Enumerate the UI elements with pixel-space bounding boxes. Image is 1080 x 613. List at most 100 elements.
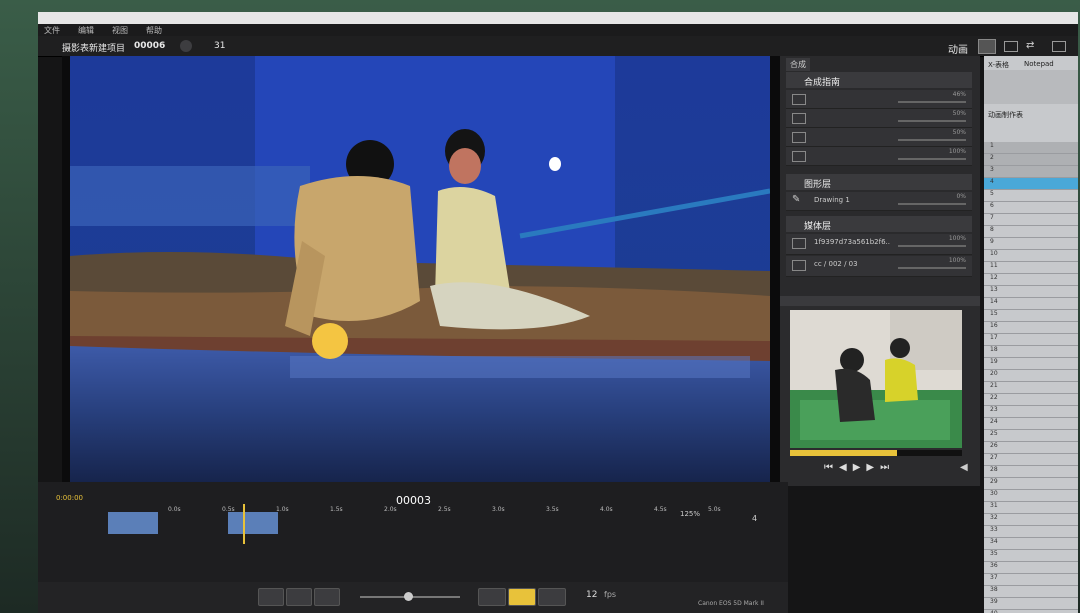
- media-layer-row[interactable]: cc / 002 / 03 100%: [786, 256, 972, 277]
- sheet-row[interactable]: 21: [984, 382, 1078, 394]
- goto-end-button[interactable]: [538, 588, 566, 606]
- prev-button[interactable]: [258, 588, 284, 606]
- composite-layer-row[interactable]: 50%: [786, 109, 972, 128]
- monitor-view-icon[interactable]: [978, 39, 996, 54]
- opacity-slider[interactable]: [898, 139, 966, 141]
- monitor-frame: 文件 编辑 视图 帮助 摄影表新建项目 00006 31 动画 ⇄ 合成 合成指…: [0, 0, 1080, 613]
- sheet-row[interactable]: 15: [984, 310, 1078, 322]
- sheet-toolbar: [984, 70, 1078, 104]
- sheet-row[interactable]: 37: [984, 574, 1078, 586]
- play-range-button[interactable]: [478, 588, 506, 606]
- composite-layer-row[interactable]: 100%: [786, 147, 972, 166]
- sheet-row[interactable]: 27: [984, 454, 1078, 466]
- sheet-row[interactable]: 10: [984, 250, 1078, 262]
- mode-label[interactable]: 动画: [948, 41, 968, 56]
- sheet-row[interactable]: 19: [984, 358, 1078, 370]
- sheet-row[interactable]: 9: [984, 238, 1078, 250]
- time-tick-label: 0.0s: [168, 506, 181, 513]
- sheet-row[interactable]: 11: [984, 262, 1078, 274]
- film-icon: [792, 260, 806, 271]
- tab-composite[interactable]: 合成: [786, 58, 810, 71]
- sheet-row[interactable]: 24: [984, 418, 1078, 430]
- bottom-control-bar: 12 fps: [38, 582, 788, 613]
- sheet-row[interactable]: 13: [984, 286, 1078, 298]
- opacity-slider[interactable]: [898, 267, 966, 269]
- sheet-row[interactable]: 16: [984, 322, 1078, 334]
- time-tick-label: 1.0s: [276, 506, 289, 513]
- time-tick-label: 2.0s: [384, 506, 397, 513]
- time-ruler[interactable]: 0.0s 0.5s 1.0s 1.5s 2.0s 2.5s 3.0s 3.5s 4.0s 4.5s…: [168, 506, 728, 516]
- sheet-row[interactable]: 26: [984, 442, 1078, 454]
- sheet-row[interactable]: 1: [984, 142, 1078, 154]
- sheet-row[interactable]: 7: [984, 214, 1078, 226]
- sheet-row[interactable]: 32: [984, 514, 1078, 526]
- sheet-row[interactable]: 35: [984, 550, 1078, 562]
- opacity-slider[interactable]: [898, 158, 966, 160]
- reference-video-frame[interactable]: [790, 310, 962, 448]
- sheet-row[interactable]: 20: [984, 370, 1078, 382]
- back-button[interactable]: [314, 588, 340, 606]
- sheet-row[interactable]: 36: [984, 562, 1078, 574]
- sheet-row[interactable]: 28: [984, 466, 1078, 478]
- sheet-row[interactable]: 8: [984, 226, 1078, 238]
- sheet-row[interactable]: 25: [984, 430, 1078, 442]
- speed-slider[interactable]: [360, 592, 460, 601]
- sheet-row[interactable]: 33: [984, 526, 1078, 538]
- window-icon[interactable]: [1052, 41, 1066, 52]
- opacity-slider[interactable]: [898, 203, 966, 205]
- sheet-row[interactable]: 3: [984, 166, 1078, 178]
- fps-unit: fps: [604, 590, 617, 599]
- sheet-row[interactable]: 6: [984, 202, 1078, 214]
- sheet-row[interactable]: 14: [984, 298, 1078, 310]
- menu-file[interactable]: 文件: [44, 25, 60, 36]
- menu-bar: 文件 编辑 视图 帮助: [38, 24, 1078, 36]
- sheet-row[interactable]: 22: [984, 394, 1078, 406]
- sheet-row[interactable]: 38: [984, 586, 1078, 598]
- sheet-row[interactable]: 39: [984, 598, 1078, 610]
- menu-help[interactable]: 帮助: [146, 25, 162, 36]
- tab-notepad[interactable]: Notepad: [1024, 60, 1054, 68]
- drawing-layers-header[interactable]: 图形层: [786, 174, 972, 190]
- sheet-row[interactable]: 5: [984, 190, 1078, 202]
- layer-icon: [792, 151, 806, 162]
- onion-skin-button[interactable]: [286, 588, 312, 606]
- tab-xsheet[interactable]: X-表格: [988, 60, 1009, 70]
- playback-controls[interactable]: ⏮◀▶▶⏭: [824, 462, 895, 473]
- preview-title-bar: [780, 296, 980, 306]
- sheet-row[interactable]: 30: [984, 490, 1078, 502]
- menu-view[interactable]: 视图: [112, 25, 128, 36]
- media-layer-row[interactable]: 1f9397d73a561b2f6.. 100%: [786, 234, 972, 255]
- sheet-row[interactable]: 12: [984, 274, 1078, 286]
- record-icon[interactable]: [180, 40, 192, 52]
- sheet-row[interactable]: 29: [984, 478, 1078, 490]
- media-layers-header[interactable]: 媒体层: [786, 216, 972, 232]
- menu-edit[interactable]: 编辑: [78, 25, 94, 36]
- layers-panel: 合成 合成指南 46% 50% 50% 100% 图形层 ✎ Drawing 10…: [780, 56, 980, 296]
- volume-icon[interactable]: ◀: [960, 462, 968, 473]
- frame-total: 31: [214, 41, 226, 51]
- composite-guide-header[interactable]: 合成指南: [786, 72, 972, 88]
- camera-icon[interactable]: [1004, 41, 1018, 52]
- sheet-row[interactable]: 17: [984, 334, 1078, 346]
- sheet-row[interactable]: 23: [984, 406, 1078, 418]
- opacity-slider[interactable]: [898, 245, 966, 247]
- composite-layer-row[interactable]: 46%: [786, 90, 972, 109]
- live-view-viewport[interactable]: [62, 56, 780, 508]
- loop-button[interactable]: [508, 588, 536, 606]
- frame-ctrl[interactable]: 4: [752, 514, 757, 523]
- sheet-row[interactable]: 4: [984, 178, 1078, 190]
- zoom-level[interactable]: 125%: [680, 510, 700, 518]
- x-sheet-panel: X-表格 Notepad 动画制作表 1 2 3 4 5 6 7 8 9 10 11 12 13 14 15…: [984, 56, 1078, 613]
- opacity-slider[interactable]: [898, 101, 966, 103]
- frame-thumbnail[interactable]: [108, 512, 158, 534]
- sheet-row[interactable]: 2: [984, 154, 1078, 166]
- opacity-slider[interactable]: [898, 120, 966, 122]
- composite-layer-row[interactable]: 50%: [786, 128, 972, 147]
- sheet-row[interactable]: 31: [984, 502, 1078, 514]
- sheet-row[interactable]: 34: [984, 538, 1078, 550]
- swap-icon[interactable]: ⇄: [1026, 40, 1034, 51]
- playback-scrubber[interactable]: [790, 450, 962, 456]
- drawing-layer-row[interactable]: ✎ Drawing 1 0%: [786, 192, 972, 211]
- sheet-row[interactable]: 18: [984, 346, 1078, 358]
- fps-value[interactable]: 12: [586, 590, 597, 600]
